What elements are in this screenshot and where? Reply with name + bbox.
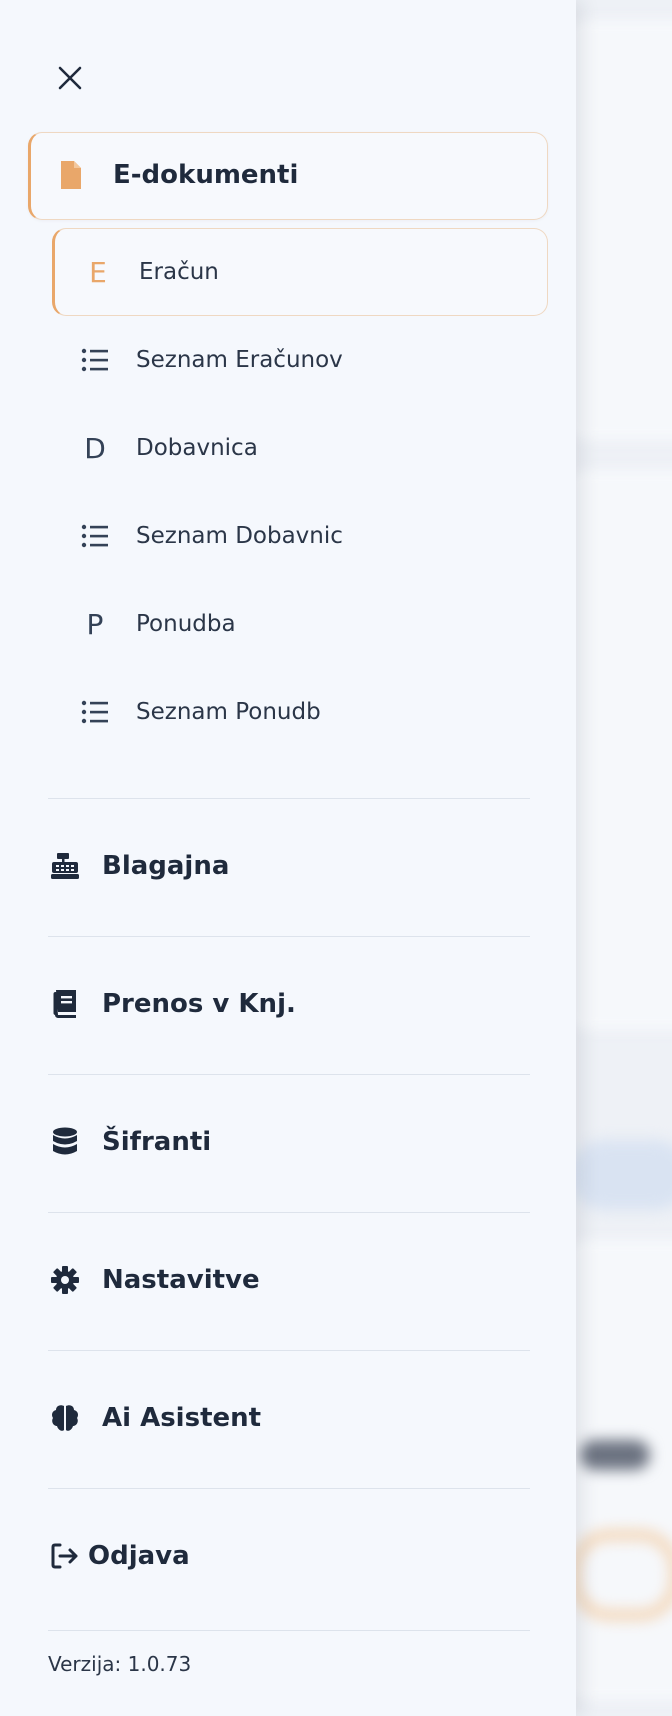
- menu-item-e-dokumenti[interactable]: E-dokumenti: [28, 132, 548, 220]
- book-icon: [48, 989, 82, 1019]
- divider: [48, 936, 530, 937]
- menu-item-prenos-v-knj[interactable]: Prenos v Knj.: [48, 974, 530, 1034]
- list-icon: [78, 694, 112, 731]
- menu-item-ai-asistent[interactable]: Ai Asistent: [48, 1388, 530, 1448]
- submenu-item-label: Ponudba: [136, 611, 236, 637]
- divider: [48, 1074, 530, 1075]
- logout-button[interactable]: Odjava: [48, 1526, 530, 1586]
- menu-item-label: Šifranti: [102, 1127, 212, 1157]
- close-menu-button[interactable]: [48, 56, 92, 100]
- menu-item-label: Blagajna: [102, 851, 230, 881]
- submenu-item-label: Seznam Eračunov: [136, 347, 343, 373]
- submenu-item-ponudba[interactable]: P Ponudba: [52, 580, 548, 668]
- close-icon: [58, 66, 82, 90]
- submenu-item-seznam-eracunov[interactable]: Seznam Eračunov: [52, 316, 548, 404]
- list-icon: [78, 518, 112, 555]
- divider: [48, 1488, 530, 1489]
- submenu-item-dobavnica[interactable]: D Dobavnica: [52, 404, 548, 492]
- menu-item-label: Odjava: [88, 1541, 190, 1571]
- submenu-item-label: Seznam Dobavnic: [136, 523, 343, 549]
- divider: [48, 1212, 530, 1213]
- submenu-item-seznam-ponudb[interactable]: Seznam Ponudb: [52, 668, 548, 756]
- menu-item-label: Prenos v Knj.: [102, 989, 296, 1019]
- divider: [48, 798, 530, 799]
- letter-p-icon: P: [86, 607, 104, 641]
- list-icon: [78, 342, 112, 379]
- logout-icon: [48, 1542, 82, 1570]
- letter-d-icon: D: [84, 431, 106, 465]
- menu-item-blagajna[interactable]: Blagajna: [48, 836, 530, 896]
- menu-item-nastavitve[interactable]: Nastavitve: [48, 1250, 530, 1310]
- navigation-drawer: E-dokumenti E Eračun Seznam Eračunov D D…: [0, 0, 576, 1716]
- background-page: [560, 0, 672, 1716]
- submenu-item-label: Seznam Ponudb: [136, 699, 321, 725]
- menu-item-sifranti[interactable]: Šifranti: [48, 1112, 530, 1172]
- menu-item-label: Nastavitve: [102, 1265, 260, 1295]
- cash-register-icon: [48, 852, 82, 880]
- submenu-item-label: Eračun: [139, 259, 219, 285]
- brain-icon: [48, 1403, 82, 1433]
- file-icon: [59, 159, 83, 195]
- submenu-item-seznam-dobavnic[interactable]: Seznam Dobavnic: [52, 492, 548, 580]
- letter-e-icon: E: [89, 255, 107, 289]
- menu-item-label: Ai Asistent: [102, 1403, 262, 1433]
- database-icon: [48, 1127, 82, 1157]
- submenu-item-label: Dobavnica: [136, 435, 258, 461]
- version-label: Verzija: 1.0.73: [48, 1652, 192, 1676]
- gear-icon: [48, 1265, 82, 1295]
- menu-item-label: E-dokumenti: [113, 160, 299, 190]
- divider: [48, 1350, 530, 1351]
- divider: [48, 1630, 530, 1631]
- submenu-item-eracun[interactable]: E Eračun: [52, 228, 548, 316]
